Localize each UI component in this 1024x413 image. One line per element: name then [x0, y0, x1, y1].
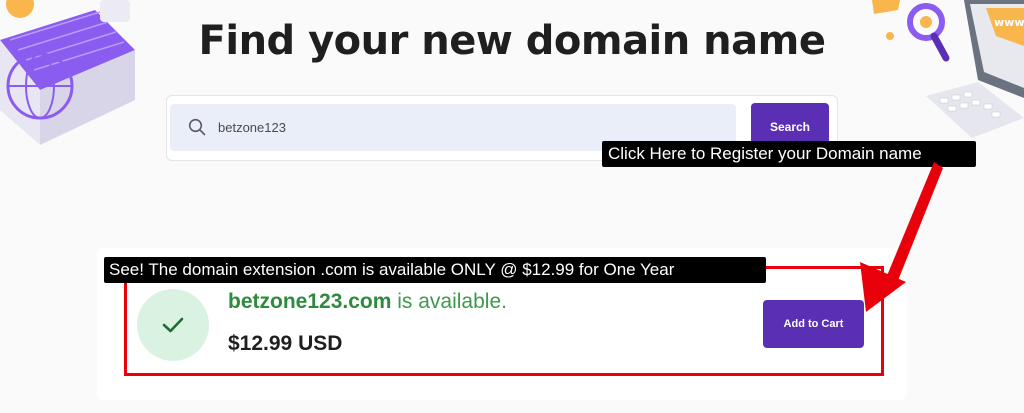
- add-to-cart-button[interactable]: Add to Cart: [763, 300, 864, 348]
- domain-availability-text: betzone123.com is available.: [228, 290, 507, 314]
- check-icon: [162, 317, 184, 333]
- search-icon: [188, 118, 206, 136]
- availability-badge: [137, 289, 209, 361]
- domain-name: betzone123.com: [228, 290, 392, 313]
- availability-callout: See! The domain extension .com is availa…: [104, 257, 766, 283]
- availability-status: is available.: [391, 290, 507, 313]
- register-callout: Click Here to Register your Domain name: [602, 141, 976, 167]
- search-input-value: betzone123: [218, 120, 286, 135]
- page-title: Find your new domain name: [198, 18, 826, 64]
- domain-price: $12.99 USD: [228, 332, 343, 355]
